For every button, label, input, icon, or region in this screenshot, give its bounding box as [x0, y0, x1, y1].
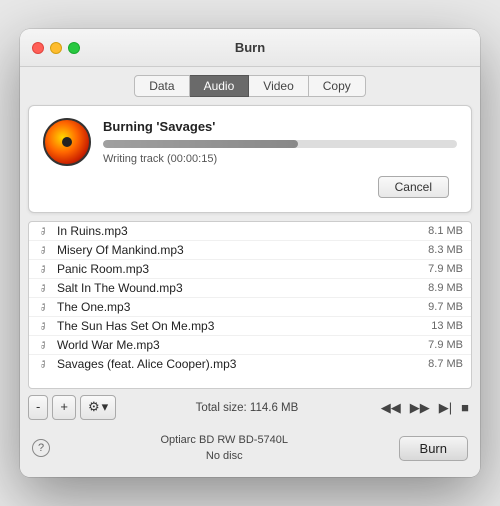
list-item[interactable]: Salt In The Wound.mp3 8.9 MB	[29, 279, 471, 298]
maximize-button[interactable]	[68, 42, 80, 54]
stop-button[interactable]: ■	[458, 398, 472, 417]
remove-track-button[interactable]: -	[28, 395, 48, 419]
track-size: 8.7 MB	[428, 358, 463, 370]
total-size-label: Total size: 114.6 MB	[120, 402, 374, 414]
music-icon	[37, 338, 51, 352]
cancel-row: Cancel	[51, 176, 449, 198]
track-size: 8.1 MB	[428, 225, 463, 237]
burn-button[interactable]: Burn	[399, 436, 468, 461]
tab-video[interactable]: Video	[249, 75, 308, 97]
list-item[interactable]: Misery Of Mankind.mp3 8.3 MB	[29, 241, 471, 260]
toolbar: - + ⚙ ▾ Total size: 114.6 MB ◀◀ ▶▶ ▶| ■	[20, 389, 480, 425]
tab-bar: Data Audio Video Copy	[20, 67, 480, 101]
track-name: The One.mp3	[57, 300, 422, 314]
music-icon	[37, 262, 51, 276]
add-track-button[interactable]: +	[52, 395, 76, 419]
burn-header: Burning 'Savages' Writing track (00:00:1…	[43, 118, 457, 166]
track-name: Savages (feat. Alice Cooper).mp3	[57, 357, 422, 371]
main-window: Burn Data Audio Video Copy Burning 'Sava…	[20, 29, 480, 476]
burn-status: Writing track (00:00:15)	[103, 153, 457, 165]
titlebar: Burn	[20, 29, 480, 67]
cancel-button[interactable]: Cancel	[378, 176, 449, 198]
disc-name: Optiarc BD RW BD-5740L	[58, 432, 391, 449]
track-name: Panic Room.mp3	[57, 262, 422, 276]
disc-icon	[43, 118, 91, 166]
disc-info: Optiarc BD RW BD-5740L No disc	[58, 432, 391, 465]
list-item[interactable]: The One.mp3 9.7 MB	[29, 298, 471, 317]
music-icon	[37, 243, 51, 257]
music-icon	[37, 300, 51, 314]
track-size: 8.3 MB	[428, 244, 463, 256]
music-icon	[37, 357, 51, 371]
music-icon	[37, 319, 51, 333]
minimize-button[interactable]	[50, 42, 62, 54]
disc-status: No disc	[58, 448, 391, 465]
burn-title: Burning 'Savages'	[103, 119, 457, 134]
track-size: 7.9 MB	[428, 263, 463, 275]
list-item[interactable]: The Sun Has Set On Me.mp3 13 MB	[29, 317, 471, 336]
track-size: 8.9 MB	[428, 282, 463, 294]
music-icon	[37, 281, 51, 295]
track-name: The Sun Has Set On Me.mp3	[57, 319, 425, 333]
traffic-lights	[32, 42, 80, 54]
tab-audio[interactable]: Audio	[190, 75, 250, 97]
track-name: World War Me.mp3	[57, 338, 422, 352]
end-button[interactable]: ▶|	[436, 398, 455, 418]
list-item[interactable]: In Ruins.mp3 8.1 MB	[29, 222, 471, 241]
fast-forward-button[interactable]: ▶▶	[407, 398, 433, 418]
close-button[interactable]	[32, 42, 44, 54]
playback-controls: ◀◀ ▶▶ ▶| ■	[378, 398, 472, 418]
progress-bar-background	[103, 140, 457, 148]
help-button[interactable]: ?	[32, 439, 50, 457]
tab-data[interactable]: Data	[134, 75, 189, 97]
track-name: Misery Of Mankind.mp3	[57, 243, 422, 257]
bottom-bar: ? Optiarc BD RW BD-5740L No disc Burn	[20, 426, 480, 477]
settings-button[interactable]: ⚙ ▾	[80, 395, 116, 419]
track-size: 9.7 MB	[428, 301, 463, 313]
rewind-button[interactable]: ◀◀	[378, 398, 404, 418]
progress-bar-fill	[103, 140, 298, 148]
list-item[interactable]: World War Me.mp3 7.9 MB	[29, 336, 471, 355]
burn-progress-panel: Burning 'Savages' Writing track (00:00:1…	[28, 105, 472, 213]
window-title: Burn	[235, 40, 265, 55]
tab-copy[interactable]: Copy	[309, 75, 366, 97]
track-size: 7.9 MB	[428, 339, 463, 351]
gear-icon: ⚙	[88, 398, 100, 416]
music-icon	[37, 224, 51, 238]
track-name: Salt In The Wound.mp3	[57, 281, 422, 295]
list-item[interactable]: Savages (feat. Alice Cooper).mp3 8.7 MB	[29, 355, 471, 373]
track-list[interactable]: In Ruins.mp3 8.1 MB Misery Of Mankind.mp…	[28, 221, 472, 389]
track-name: In Ruins.mp3	[57, 224, 422, 238]
track-size: 13 MB	[431, 320, 463, 332]
list-item[interactable]: Panic Room.mp3 7.9 MB	[29, 260, 471, 279]
burn-info: Burning 'Savages' Writing track (00:00:1…	[103, 119, 457, 165]
chevron-down-icon: ▾	[102, 398, 109, 416]
